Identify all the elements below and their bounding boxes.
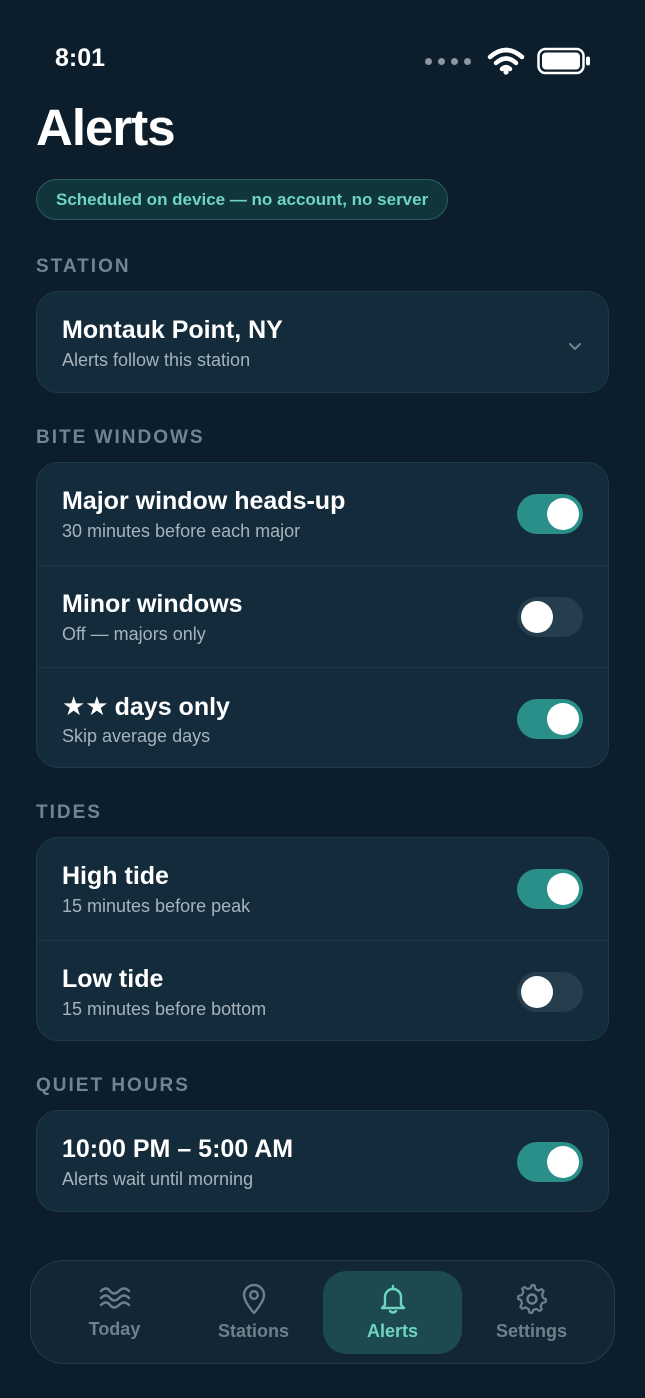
quiet-hours-row: 10:00 PM – 5:00 AM Alerts wait until mor… (37, 1111, 608, 1211)
section-label-station: STATION (36, 256, 131, 277)
tab-stations[interactable]: Stations (184, 1271, 323, 1354)
tab-label: Stations (217, 1321, 289, 1341)
star-days-row: ★★ days only Skip average days (37, 667, 608, 767)
two-stars-icon: ★★ (62, 692, 109, 722)
tab-label: Alerts (366, 1321, 419, 1341)
bite-windows-card: Major window heads-up 30 minutes before … (36, 462, 609, 768)
star-days-toggle[interactable] (517, 699, 583, 739)
row-subtitle: Off — majors only (62, 624, 206, 644)
gear-icon (516, 1283, 547, 1315)
low-tide-row: Low tide 15 minutes before bottom (37, 940, 608, 1040)
row-title: Major window heads-up (62, 487, 346, 515)
status-time: 8:01 (55, 44, 106, 72)
low-tide-toggle[interactable] (517, 972, 583, 1012)
bell-icon (380, 1284, 405, 1314)
major-window-toggle[interactable] (517, 494, 583, 534)
row-title-text: days only (114, 692, 230, 721)
chevron-down-icon (569, 343, 581, 350)
tab-today[interactable]: Today (45, 1271, 184, 1354)
row-subtitle: Alerts wait until morning (62, 1169, 254, 1189)
station-card[interactable]: Montauk Point, NY Alerts follow this sta… (36, 291, 609, 393)
tab-settings[interactable]: Settings (462, 1271, 601, 1354)
station-subtitle: Alerts follow this station (62, 350, 251, 370)
row-subtitle: Skip average days (62, 726, 211, 746)
row-title: Minor windows (62, 590, 243, 618)
tab-bar: Today Stations Alerts Settings (30, 1260, 615, 1364)
wifi-icon (487, 47, 525, 75)
section-label-quiet-hours: QUIET HOURS (36, 1075, 190, 1096)
battery-icon (537, 47, 590, 75)
status-indicators (425, 44, 591, 78)
row-title: Low tide (62, 965, 164, 993)
row-subtitle: 30 minutes before each major (62, 521, 301, 541)
row-title: High tide (62, 862, 169, 890)
station-selector[interactable]: Montauk Point, NY Alerts follow this sta… (37, 292, 608, 392)
tab-alerts[interactable]: Alerts (323, 1271, 462, 1354)
minor-windows-row: Minor windows Off — majors only (37, 565, 608, 667)
minor-windows-toggle[interactable] (517, 597, 583, 637)
waves-icon (99, 1287, 130, 1309)
page-title: Alerts (36, 99, 176, 156)
row-title: ★★ days only (62, 692, 230, 722)
quiet-hours-toggle[interactable] (517, 1142, 583, 1182)
alerts-screen: 8:01 Alerts Scheduled on device — no acc… (0, 0, 645, 1398)
quiet-hours-time[interactable]: 10:00 PM – 5:00 AM (62, 1135, 293, 1164)
station-name: Montauk Point, NY (62, 316, 283, 344)
tides-card: High tide 15 minutes before peak Low tid… (36, 837, 609, 1041)
section-label-bite-windows: BITE WINDOWS (36, 427, 205, 448)
section-label-tides: TIDES (36, 802, 102, 823)
row-subtitle: 15 minutes before peak (62, 896, 251, 916)
major-window-row: Major window heads-up 30 minutes before … (37, 463, 608, 565)
row-subtitle: 15 minutes before bottom (62, 999, 267, 1019)
tab-label: Settings (495, 1321, 567, 1341)
privacy-badge: Scheduled on device — no account, no ser… (36, 179, 449, 220)
high-tide-toggle[interactable] (517, 869, 583, 909)
signal-dots-icon (425, 57, 471, 65)
tab-label: Today (88, 1319, 141, 1339)
quiet-hours-card: 10:00 PM – 5:00 AM Alerts wait until mor… (36, 1110, 609, 1212)
high-tide-row: High tide 15 minutes before peak (37, 838, 608, 940)
map-pin-icon (242, 1283, 265, 1315)
